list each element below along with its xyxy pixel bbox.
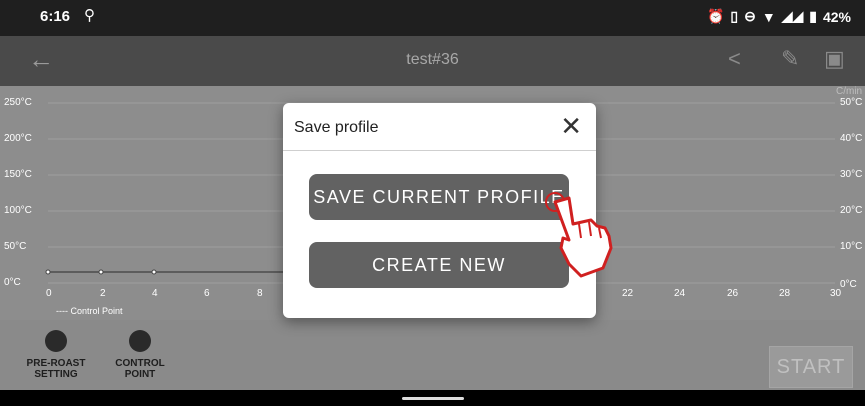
- x-tick: 2: [100, 288, 106, 299]
- bottom-toolbar: PRE-ROAST SETTING CONTROL POINT START: [0, 320, 865, 390]
- x-tick: 6: [204, 288, 210, 299]
- y-left-tick: 0°C: [4, 277, 21, 288]
- x-tick: 4: [152, 288, 158, 299]
- x-tick: 22: [622, 288, 634, 299]
- status-icons: ⏰ ▯ ⊖ ▼ ◢◢ ▮ 42%: [707, 8, 851, 25]
- x-tick: 0: [46, 288, 52, 299]
- edit-icon[interactable]: ✎: [781, 46, 799, 72]
- save-icon[interactable]: ▣: [824, 46, 845, 72]
- save-current-profile-button[interactable]: SAVE CURRENT PROFILE: [309, 174, 569, 220]
- share-icon[interactable]: <: [728, 46, 741, 72]
- navigation-bar: [0, 390, 865, 406]
- status-bar: 6:16 ⚲ ⏰ ▯ ⊖ ▼ ◢◢ ▮ 42%: [0, 0, 865, 36]
- satellite-icon: ⚲: [84, 7, 95, 24]
- control-label-2: POINT: [124, 369, 156, 380]
- pre-roast-label-2: SETTING: [34, 369, 78, 380]
- control-point-marker: [45, 269, 51, 275]
- x-tick: 8: [257, 288, 263, 299]
- app-bar: ← test#36 < ✎ ▣: [0, 36, 865, 86]
- control-point-button[interactable]: CONTROL POINT: [110, 324, 170, 380]
- tap-hand-icon: [545, 192, 613, 278]
- chart-legend: ---- Control Point: [56, 306, 123, 316]
- y-left-tick: 200°C: [4, 133, 32, 144]
- wifi-icon: ▼: [761, 8, 776, 25]
- y-left-tick: 250°C: [4, 97, 32, 108]
- dialog-title: Save profile: [294, 119, 379, 136]
- gear-icon: [45, 330, 67, 352]
- pre-roast-setting-button[interactable]: PRE-ROAST SETTING: [26, 324, 86, 380]
- start-button[interactable]: START: [769, 346, 853, 388]
- control-label-1: CONTROL: [115, 358, 165, 369]
- vibrate-icon: ▯: [730, 8, 739, 24]
- y-left-tick: 50°C: [4, 241, 27, 252]
- y-right-tick: 40°C: [840, 133, 863, 144]
- y-left-tick: 100°C: [4, 205, 32, 216]
- x-tick: 24: [674, 288, 686, 299]
- x-tick: 26: [727, 288, 739, 299]
- control-point-icon: [129, 330, 151, 352]
- y-left-tick: 150°C: [4, 169, 32, 180]
- y-right-unit: C/min: [836, 86, 863, 97]
- signal-icon: ◢◢: [781, 8, 804, 24]
- control-point-marker: [151, 269, 157, 275]
- create-new-button[interactable]: CREATE NEW: [309, 242, 569, 288]
- battery-icon: ▮: [809, 8, 817, 24]
- y-right-tick: 10°C: [840, 241, 863, 252]
- x-tick: 28: [779, 288, 791, 299]
- close-icon[interactable]: ✕: [560, 111, 582, 142]
- y-right-tick: 0°C: [840, 279, 857, 290]
- x-tick: 30: [830, 288, 842, 299]
- dialog-divider: [283, 150, 596, 151]
- alarm-icon: ⏰: [706, 8, 725, 24]
- dnd-icon: ⊖: [744, 8, 756, 24]
- y-right-tick: 30°C: [840, 169, 863, 180]
- clock: 6:16: [40, 8, 71, 25]
- control-point-marker: [98, 269, 104, 275]
- y-right-tick: 50°C: [840, 97, 863, 108]
- y-right-tick: 20°C: [840, 205, 863, 216]
- home-gesture-bar[interactable]: [402, 397, 464, 400]
- pre-roast-label-1: PRE-ROAST: [26, 358, 86, 369]
- battery-level: 42%: [822, 8, 851, 25]
